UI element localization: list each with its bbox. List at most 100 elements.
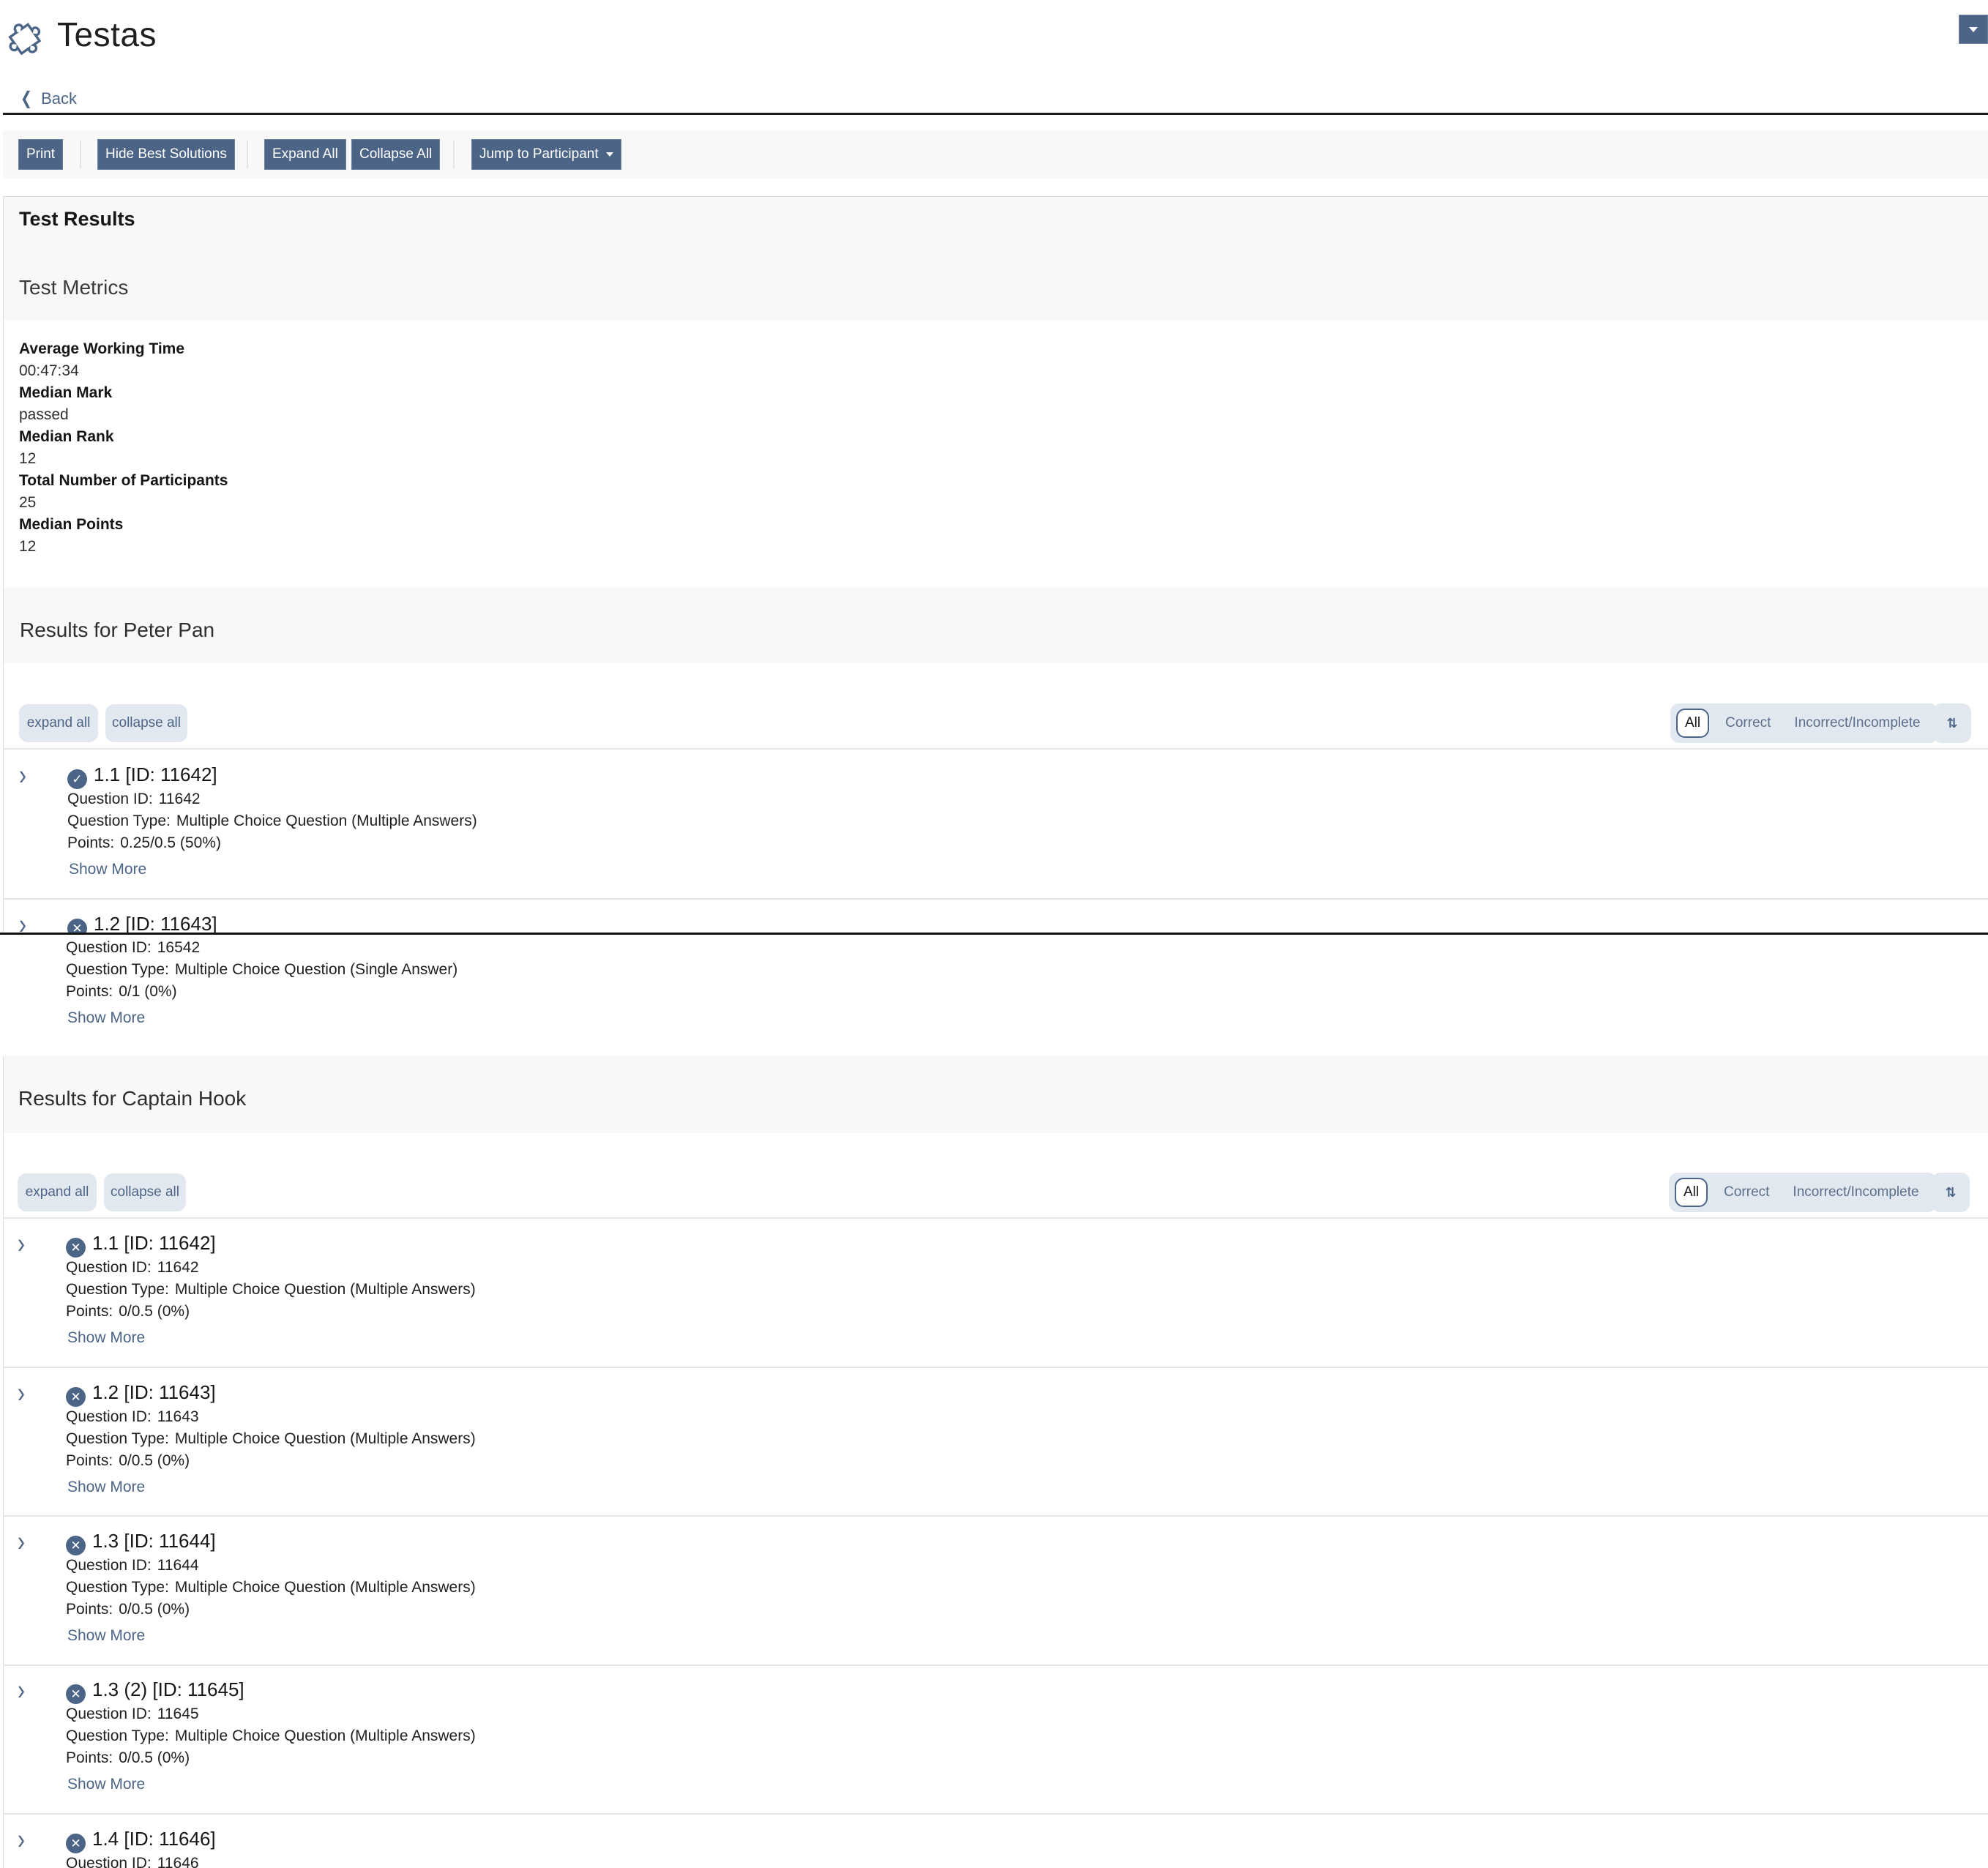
- question-id-value: 16542: [157, 939, 201, 956]
- points-value: 0.25/0.5 (50%): [120, 834, 221, 851]
- question-id-label: Question ID:: [66, 939, 152, 956]
- hide-best-solutions-button[interactable]: Hide Best Solutions: [97, 139, 235, 170]
- item-title[interactable]: 1.2 [ID: 11643]: [92, 1381, 216, 1404]
- question-id-value: 11642: [158, 791, 201, 807]
- metric-value: 00:47:34: [19, 362, 79, 379]
- show-more-link[interactable]: Show More: [67, 1329, 145, 1347]
- list-divider: [3, 1665, 1988, 1666]
- sort-arrows-icon: ⇅: [1945, 1184, 1957, 1200]
- points-row: Points: 0/0.5 (0%): [66, 1452, 190, 1470]
- points-row: Points: 0/1 (0%): [66, 983, 177, 1001]
- check-circle-icon: ✓: [67, 769, 87, 789]
- show-more-link[interactable]: Show More: [69, 861, 146, 878]
- question-id-row: Question ID: 11646: [66, 1855, 199, 1868]
- toolbar-separator: [80, 141, 81, 168]
- question-type-row: Question Type: Multiple Choice Question (…: [66, 1430, 476, 1448]
- question-type-row: Question Type: Multiple Choice Question (…: [66, 1727, 476, 1745]
- points-label: Points:: [66, 1452, 113, 1469]
- filter-incorrect[interactable]: Incorrect/Incomplete: [1782, 709, 1932, 738]
- list-item: › ✓ 1.1 [ID: 11642] Question ID: 11642 Qu…: [3, 760, 1988, 899]
- question-id-value: 11646: [157, 1855, 199, 1868]
- metric-label: Total Number of Participants: [19, 472, 228, 489]
- show-more-link[interactable]: Show More: [67, 1479, 145, 1496]
- item-title[interactable]: 1.1 [ID: 11642]: [92, 1232, 216, 1255]
- points-row: Points: 0/0.5 (0%): [66, 1303, 190, 1320]
- x-circle-icon: ✕: [66, 1834, 86, 1853]
- question-type-row: Question Type: Multiple Choice Question (…: [66, 1281, 476, 1299]
- filter-all[interactable]: All: [1676, 709, 1710, 738]
- jump-to-participant-dropdown[interactable]: Jump to Participant: [471, 139, 621, 170]
- question-type-row: Question Type: Multiple Choice Question (…: [66, 961, 457, 979]
- filter-incorrect[interactable]: Incorrect/Incomplete: [1781, 1178, 1930, 1207]
- item-title[interactable]: 1.1 [ID: 11642]: [94, 763, 217, 786]
- points-label: Points:: [66, 1749, 113, 1766]
- filter-group: All Correct Incorrect/Incomplete: [1669, 1173, 1937, 1212]
- chevron-right-icon[interactable]: ›: [18, 1824, 25, 1856]
- chevron-right-icon[interactable]: ›: [18, 1228, 25, 1260]
- metric-value: 25: [19, 494, 37, 511]
- points-label: Points:: [66, 983, 113, 1000]
- collapse-all-button[interactable]: Collapse All: [351, 139, 441, 170]
- points-label: Points:: [66, 1601, 113, 1618]
- list-item: › ✕ 1.3 (2) [ID: 11645] Question ID: 1164…: [3, 1675, 1988, 1814]
- show-more-link[interactable]: Show More: [67, 1776, 145, 1793]
- question-id-row: Question ID: 11642: [67, 791, 201, 808]
- question-type-row: Question Type: Multiple Choice Question (…: [67, 812, 477, 830]
- sort-button[interactable]: ⇅: [1933, 703, 1971, 743]
- list-divider: [3, 748, 1988, 750]
- question-type-label: Question Type:: [66, 961, 169, 978]
- question-type-value: Multiple Choice Question (Multiple Answe…: [174, 1579, 476, 1596]
- caret-down-icon: [605, 152, 613, 157]
- participant-heading: Results for Captain Hook: [18, 1087, 247, 1110]
- points-value: 0/0.5 (0%): [119, 1452, 190, 1469]
- print-button[interactable]: Print: [18, 139, 64, 170]
- item-title[interactable]: 1.3 [ID: 11644]: [92, 1530, 216, 1553]
- points-label: Points:: [66, 1303, 113, 1320]
- x-circle-icon: ✕: [66, 1684, 86, 1704]
- question-id-label: Question ID:: [67, 791, 153, 807]
- metrics-list: Average Working Time 00:47:34 Median Mar…: [19, 338, 228, 558]
- expand-all-button[interactable]: Expand All: [264, 139, 346, 170]
- question-id-row: Question ID: 11642: [66, 1259, 199, 1277]
- chevron-right-icon[interactable]: ›: [18, 1526, 25, 1558]
- participant-heading: Results for Peter Pan: [20, 619, 215, 641]
- page-title: Test Results: [19, 208, 135, 230]
- sort-button[interactable]: ⇅: [1932, 1173, 1970, 1212]
- item-title[interactable]: 1.4 [ID: 11646]: [92, 1828, 216, 1850]
- points-value: 0/0.5 (0%): [119, 1601, 190, 1618]
- list-divider: [3, 1217, 1988, 1219]
- back-link[interactable]: ❮ Back: [19, 88, 77, 109]
- question-type-value: Multiple Choice Question (Multiple Answe…: [174, 1281, 476, 1298]
- question-id-row: Question ID: 11643: [66, 1408, 199, 1426]
- points-row: Points: 0/0.5 (0%): [66, 1749, 190, 1767]
- question-type-row: Question Type: Multiple Choice Question (…: [66, 1579, 476, 1596]
- jump-to-participant-label: Jump to Participant: [479, 146, 599, 162]
- expand-all-pill[interactable]: expand all: [18, 1173, 97, 1211]
- question-type-value: Multiple Choice Question (Multiple Answe…: [176, 812, 477, 829]
- question-type-label: Question Type:: [66, 1579, 169, 1596]
- question-type-label: Question Type:: [66, 1430, 169, 1447]
- show-more-link[interactable]: Show More: [67, 1627, 145, 1645]
- filter-correct[interactable]: Correct: [1712, 1178, 1781, 1207]
- puzzle-icon: [8, 23, 42, 56]
- collapse-all-pill[interactable]: collapse all: [105, 704, 187, 742]
- user-menu-button[interactable]: [1959, 15, 1988, 44]
- item-title[interactable]: 1.3 (2) [ID: 11645]: [92, 1678, 244, 1701]
- chevron-right-icon[interactable]: ›: [18, 1675, 25, 1707]
- points-row: Points: 0/0.5 (0%): [66, 1601, 190, 1618]
- x-circle-icon: ✕: [66, 1536, 86, 1555]
- metric-label: Average Working Time: [19, 340, 185, 357]
- show-more-link[interactable]: Show More: [67, 1009, 145, 1027]
- expand-all-pill[interactable]: expand all: [19, 704, 98, 742]
- collapse-all-pill[interactable]: collapse all: [104, 1173, 186, 1211]
- chevron-right-icon[interactable]: ›: [18, 1378, 25, 1410]
- filter-all[interactable]: All: [1675, 1178, 1708, 1207]
- chevron-left-icon: ❮: [20, 89, 33, 108]
- chevron-right-icon[interactable]: ›: [19, 760, 26, 792]
- metric-value: 12: [19, 450, 37, 467]
- metrics-heading: Test Metrics: [19, 276, 129, 299]
- question-type-label: Question Type:: [66, 1281, 169, 1298]
- caret-down-icon: [1969, 26, 1978, 32]
- question-id-value: 11645: [157, 1706, 199, 1722]
- filter-correct[interactable]: Correct: [1714, 709, 1782, 738]
